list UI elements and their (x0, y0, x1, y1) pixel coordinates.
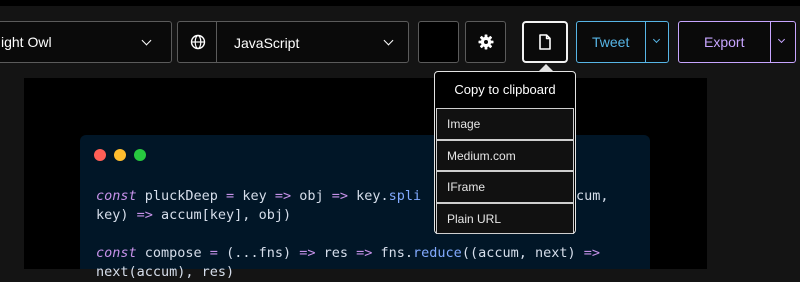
code-token: => (583, 245, 600, 261)
language-select[interactable]: JavaScript (177, 21, 409, 63)
code-token: pluckDeep (136, 188, 227, 204)
tweet-button-group: Tweet (576, 21, 669, 63)
top-bar (0, 0, 800, 6)
code-token: (...fns) (217, 245, 300, 261)
copy-to-clipboard-item[interactable]: Copy to clipboard (435, 72, 575, 108)
code-token: obj (291, 188, 332, 204)
code-token: accum[key], obj) (152, 207, 292, 223)
code-overflow-text: cum, (576, 188, 609, 204)
background-color-button[interactable] (418, 21, 459, 63)
code-token: key (234, 188, 275, 204)
code-token: res (315, 245, 357, 261)
globe-icon (190, 34, 206, 50)
copy-menu-item-image[interactable]: Image (436, 108, 574, 140)
chevron-down-icon (383, 35, 394, 46)
theme-select-value: ight Owl (1, 34, 52, 50)
export-label: Export (704, 34, 745, 50)
gear-icon (478, 34, 494, 50)
document-icon (539, 34, 551, 50)
language-select-value: JavaScript (234, 35, 300, 51)
code-token: const (96, 188, 137, 204)
copy-menu-item-medium[interactable]: Medium.com (436, 139, 574, 171)
theme-select[interactable]: ight Owl (0, 21, 172, 63)
copy-menu-item-iframe[interactable]: IFrame (436, 171, 574, 203)
code-token: = (209, 245, 218, 261)
code-token: ((accum, next) (461, 245, 584, 261)
code-token: => (136, 207, 153, 223)
code-token: => (356, 245, 373, 261)
code-token: next(accum), res) (96, 264, 235, 280)
export-button-group: Export (678, 21, 796, 63)
export-options-button[interactable] (770, 22, 795, 62)
code-token: => (274, 188, 292, 204)
code-token: => (331, 188, 348, 204)
code-token: => (299, 245, 316, 261)
code-token: reduce (413, 245, 462, 261)
code-token: spli (388, 188, 422, 204)
chevron-down-icon (652, 35, 661, 44)
copy-button[interactable] (522, 21, 568, 63)
settings-button[interactable] (465, 21, 506, 63)
code-line: const compose = (...fns) => res => fns.r… (96, 244, 600, 263)
code-token: key. (348, 188, 389, 204)
copy-menu: Copy to clipboard Image Medium.com IFram… (434, 71, 576, 234)
code-token: = (226, 188, 235, 204)
code-token: fns. (372, 245, 414, 261)
tweet-options-button[interactable] (645, 22, 668, 62)
code-token: key) (96, 207, 137, 223)
tweet-label: Tweet (592, 34, 630, 50)
copy-menu-item-plain-url[interactable]: Plain URL (436, 202, 574, 234)
minimize-dot (114, 149, 126, 161)
language-icon-section (178, 22, 217, 62)
code-token: const (96, 245, 137, 261)
close-dot (94, 149, 106, 161)
code-token: compose (136, 245, 210, 261)
chevron-down-icon (141, 35, 152, 46)
code-line: next(accum), res) (96, 263, 600, 282)
maximize-dot (134, 149, 146, 161)
chevron-down-icon (777, 35, 786, 44)
